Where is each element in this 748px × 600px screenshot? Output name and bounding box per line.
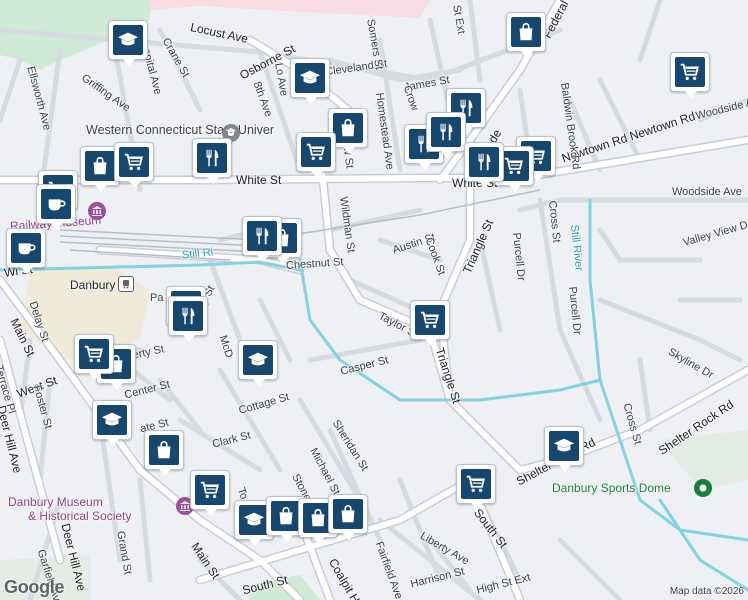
- shopping-cart-icon: [504, 157, 523, 175]
- shopping-bag-icon: [279, 506, 293, 525]
- school-icon: [117, 32, 139, 46]
- shopping-cart-icon: [124, 153, 143, 171]
- coffee-cup-icon: [18, 243, 36, 255]
- coffee-cup-icon: [48, 199, 66, 211]
- shopping-cart-icon: [420, 311, 439, 329]
- shopping-bag-icon: [519, 22, 533, 41]
- grocery-pin[interactable]: [296, 132, 336, 178]
- restaurant-pin[interactable]: [242, 216, 282, 262]
- school-pin[interactable]: [238, 340, 278, 386]
- school-icon: [243, 512, 265, 526]
- restaurant-icon: [206, 149, 219, 167]
- shopping-cart-icon: [200, 481, 219, 499]
- shopping-pin[interactable]: [144, 430, 184, 476]
- shopping-cart-icon: [466, 475, 485, 493]
- school-pin[interactable]: [544, 426, 584, 472]
- museum-icon[interactable]: [88, 202, 106, 220]
- restaurant-pin[interactable]: [168, 296, 208, 342]
- school-icon: [247, 352, 269, 366]
- shopping-cart-icon: [84, 345, 103, 363]
- grocery-pin[interactable]: [190, 470, 230, 516]
- shopping-bag-icon: [93, 156, 107, 175]
- train-station-icon[interactable]: [118, 276, 134, 292]
- restaurant-icon: [182, 307, 195, 325]
- cafe-pin[interactable]: [36, 184, 76, 230]
- restaurant-pin[interactable]: [426, 112, 466, 158]
- grocery-pin[interactable]: [74, 334, 114, 380]
- school-pin[interactable]: [290, 58, 330, 104]
- shopping-bag-icon: [341, 504, 355, 523]
- school-pin[interactable]: [108, 20, 148, 66]
- restaurant-pin[interactable]: [192, 138, 232, 184]
- shopping-pin[interactable]: [506, 12, 546, 58]
- school-icon: [101, 412, 123, 426]
- shopping-bag-icon: [157, 440, 171, 459]
- shopping-cart-icon: [306, 143, 325, 161]
- grocery-pin[interactable]: [410, 300, 450, 346]
- shopping-cart-icon: [680, 63, 699, 81]
- school-icon: [299, 70, 321, 84]
- school-pin[interactable]: [92, 400, 132, 446]
- grocery-pin[interactable]: [670, 52, 710, 98]
- map-base: [0, 0, 748, 600]
- shopping-bag-icon: [311, 508, 325, 527]
- restaurant-icon: [256, 227, 269, 245]
- shopping-bag-icon: [341, 118, 355, 137]
- grocery-pin[interactable]: [114, 142, 154, 188]
- map-canvas[interactable]: Locust Ave Osborne St Cleveland St James…: [0, 0, 748, 600]
- shopping-pin[interactable]: [328, 494, 368, 540]
- restaurant-icon: [478, 153, 491, 171]
- map-credit: Map data ©2026: [669, 586, 744, 597]
- cafe-pin[interactable]: [6, 228, 46, 274]
- restaurant-icon: [440, 123, 453, 141]
- sports-icon[interactable]: [694, 479, 712, 497]
- restaurant-pin[interactable]: [464, 142, 504, 188]
- school-icon: [553, 438, 575, 452]
- google-logo: Google: [4, 577, 65, 597]
- grocery-pin[interactable]: [456, 464, 496, 510]
